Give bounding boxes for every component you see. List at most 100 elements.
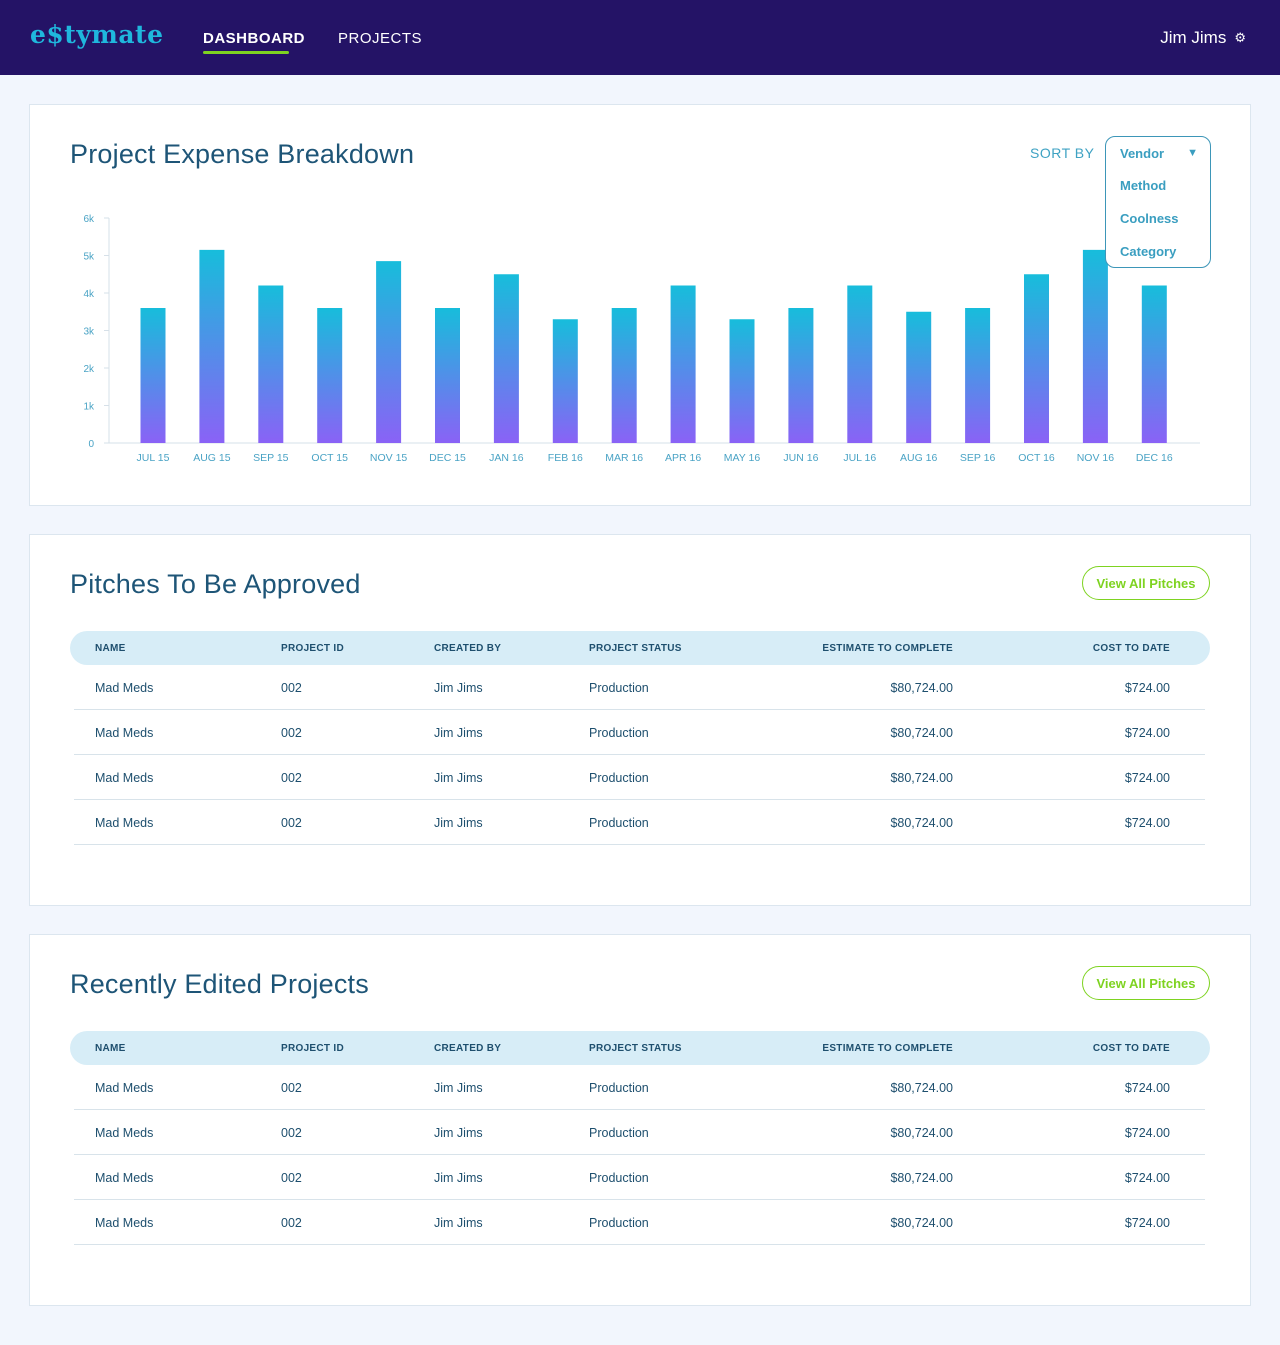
cell-name: Mad Meds [95, 1126, 154, 1140]
x-tick-label: NOV 16 [1077, 452, 1115, 464]
sort-option-coolness[interactable]: Coolness [1120, 211, 1179, 226]
cell-status: Production [589, 1171, 649, 1185]
chart-bar[interactable] [611, 308, 637, 443]
y-tick-label: 1k [83, 402, 95, 413]
chart-bar[interactable] [317, 308, 343, 443]
x-tick-label: APR 16 [665, 452, 701, 464]
cell-created-by: Jim Jims [434, 1216, 483, 1230]
cell-cost: $724.00 [1124, 726, 1170, 740]
top-navbar: e$tymate DASHBOARD PROJECTS Jim Jims ⚙ [0, 0, 1280, 75]
x-tick-label: DEC 15 [429, 452, 466, 464]
chart-bar[interactable] [376, 261, 402, 443]
chart-bar[interactable] [552, 319, 578, 443]
header-col-project-status[interactable]: PROJECT STATUS [589, 1043, 682, 1054]
cell-project-id: 002 [281, 681, 302, 695]
chart-bar[interactable] [1141, 285, 1167, 444]
cell-created-by: Jim Jims [434, 1081, 483, 1095]
cell-cost: $724.00 [1124, 1126, 1170, 1140]
x-tick-label: NOV 15 [370, 452, 408, 464]
cell-project-id: 002 [281, 1171, 302, 1185]
header-col-estimate[interactable]: ESTIMATE TO COMPLETE [822, 643, 953, 654]
table-row[interactable]: Mad Meds 002 Jim Jims Production $80,724.00 $… [74, 1200, 1205, 1245]
cell-cost: $724.00 [1124, 1216, 1170, 1230]
cell-created-by: Jim Jims [434, 1126, 483, 1140]
cell-project-id: 002 [281, 771, 302, 785]
chart-bar[interactable] [965, 308, 991, 443]
header-col-created-by[interactable]: CREATED BY [434, 643, 501, 654]
x-tick-label: JUL 15 [137, 452, 170, 464]
y-tick-label: 0 [88, 439, 94, 450]
cell-project-id: 002 [281, 1216, 302, 1230]
cell-project-id: 002 [281, 816, 302, 830]
view-all-recent-button[interactable]: View All Pitches [1082, 966, 1210, 1000]
x-tick-label: SEP 15 [253, 452, 289, 464]
x-tick-label: MAY 16 [724, 452, 761, 464]
gear-icon[interactable]: ⚙ [1234, 30, 1246, 46]
chart-bar[interactable] [493, 274, 519, 443]
chart-bar[interactable] [847, 285, 873, 444]
header-col-name[interactable]: NAME [95, 643, 126, 654]
cell-cost: $724.00 [1124, 1171, 1170, 1185]
sort-option-vendor[interactable]: Vendor [1120, 146, 1164, 161]
header-col-project-status[interactable]: PROJECT STATUS [589, 643, 682, 654]
table-row[interactable]: Mad Meds 002 Jim Jims Production $80,724.00 $… [74, 710, 1205, 755]
cell-name: Mad Meds [95, 771, 154, 785]
cell-estimate: $80,724.00 [890, 816, 953, 830]
cell-project-id: 002 [281, 1081, 302, 1095]
x-tick-label: JUN 16 [783, 452, 818, 464]
table-header: NAME PROJECT ID CREATED BY PROJECT STATUS ES… [70, 1031, 1210, 1065]
nav-dashboard[interactable]: DASHBOARD [203, 30, 305, 47]
chart-bar[interactable] [199, 249, 225, 443]
sort-option-method[interactable]: Method [1120, 178, 1166, 193]
expense-breakdown-card: Project Expense Breakdown SORT BY Vendor… [29, 104, 1251, 506]
cell-status: Production [589, 771, 649, 785]
cell-status: Production [589, 1081, 649, 1095]
view-all-pitches-button[interactable]: View All Pitches [1082, 566, 1210, 600]
x-tick-label: JUL 16 [843, 452, 876, 464]
table-row[interactable]: Mad Meds 002 Jim Jims Production $80,724.00 $… [74, 1110, 1205, 1155]
y-tick-label: 2k [83, 364, 95, 375]
cell-name: Mad Meds [95, 681, 154, 695]
y-tick-label: 6k [83, 214, 95, 225]
table-row[interactable]: Mad Meds 002 Jim Jims Production $80,724.00 $… [74, 1155, 1205, 1200]
x-tick-label: MAR 16 [605, 452, 643, 464]
x-tick-label: DEC 16 [1136, 452, 1173, 464]
header-col-estimate[interactable]: ESTIMATE TO COMPLETE [822, 1043, 953, 1054]
chart-bar[interactable] [670, 285, 696, 444]
header-col-cost[interactable]: COST TO DATE [1093, 643, 1170, 654]
header-col-project-id[interactable]: PROJECT ID [281, 1043, 344, 1054]
header-col-name[interactable]: NAME [95, 1043, 126, 1054]
cell-created-by: Jim Jims [434, 726, 483, 740]
logo[interactable]: e$tymate [30, 20, 163, 49]
header-col-project-id[interactable]: PROJECT ID [281, 643, 344, 654]
user-menu[interactable]: Jim Jims ⚙ [1160, 28, 1246, 48]
table-header: NAME PROJECT ID CREATED BY PROJECT STATUS ES… [70, 631, 1210, 665]
cell-name: Mad Meds [95, 1081, 154, 1095]
cell-name: Mad Meds [95, 1216, 154, 1230]
header-col-created-by[interactable]: CREATED BY [434, 1043, 501, 1054]
chart-bar[interactable] [140, 308, 166, 443]
chart-bar[interactable] [906, 311, 932, 443]
chart-bar[interactable] [435, 308, 460, 443]
chart-bar[interactable] [729, 319, 755, 443]
table-row[interactable]: Mad Meds 002 Jim Jims Production $80,724.00 $… [74, 1065, 1205, 1110]
chart-bar[interactable] [258, 285, 284, 444]
chart-bar[interactable] [1082, 249, 1108, 443]
chart-bar[interactable] [1024, 274, 1049, 443]
table-row[interactable]: Mad Meds 002 Jim Jims Production $80,724.00 $… [74, 800, 1205, 845]
cell-status: Production [589, 816, 649, 830]
sort-dropdown[interactable]: Vendor ▼ Method Coolness Category [1105, 136, 1211, 268]
sort-option-category[interactable]: Category [1120, 244, 1176, 259]
cell-estimate: $80,724.00 [890, 1081, 953, 1095]
cell-created-by: Jim Jims [434, 681, 483, 695]
cell-estimate: $80,724.00 [890, 1126, 953, 1140]
y-tick-label: 4k [83, 289, 95, 300]
header-col-cost[interactable]: COST TO DATE [1093, 1043, 1170, 1054]
table-row[interactable]: Mad Meds 002 Jim Jims Production $80,724.00 $… [74, 665, 1205, 710]
table-row[interactable]: Mad Meds 002 Jim Jims Production $80,724.00 $… [74, 755, 1205, 800]
cell-name: Mad Meds [95, 1171, 154, 1185]
chart-bar[interactable] [788, 308, 814, 443]
nav-projects[interactable]: PROJECTS [338, 30, 422, 47]
caret-down-icon[interactable]: ▼ [1187, 147, 1198, 159]
x-tick-label: SEP 16 [960, 452, 996, 464]
